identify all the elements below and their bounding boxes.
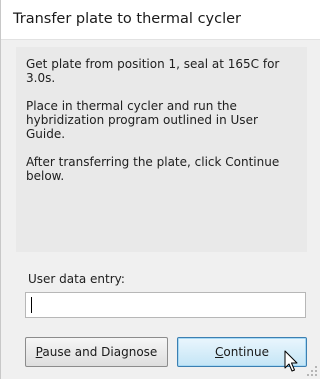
instruction-step-3: After transferring the plate, click Cont… [26, 155, 280, 183]
pause-and-diagnose-button[interactable]: Pause and Diagnose [25, 337, 168, 367]
continue-label: ontinue [223, 345, 269, 359]
user-data-entry-input[interactable] [25, 292, 306, 318]
mouse-pointer-icon [284, 350, 298, 372]
pause-label: ause and Diagnose [42, 345, 158, 359]
instructions-panel: Get plate from position 1, seal at 165C … [16, 47, 307, 252]
text-caret [31, 297, 32, 313]
user-data-entry-label: User data entry: [28, 272, 125, 286]
instruction-step-2: Place in thermal cycler and run the hybr… [26, 99, 258, 141]
dialog-title: Transfer plate to thermal cycler [13, 11, 241, 27]
dialog-titlebar: Transfer plate to thermal cycler [1, 0, 320, 40]
instruction-step-1: Get plate from position 1, seal at 165C … [26, 57, 280, 85]
transfer-plate-dialog: Transfer plate to thermal cycler Get pla… [0, 0, 320, 379]
resize-grip-icon[interactable] [307, 366, 318, 377]
